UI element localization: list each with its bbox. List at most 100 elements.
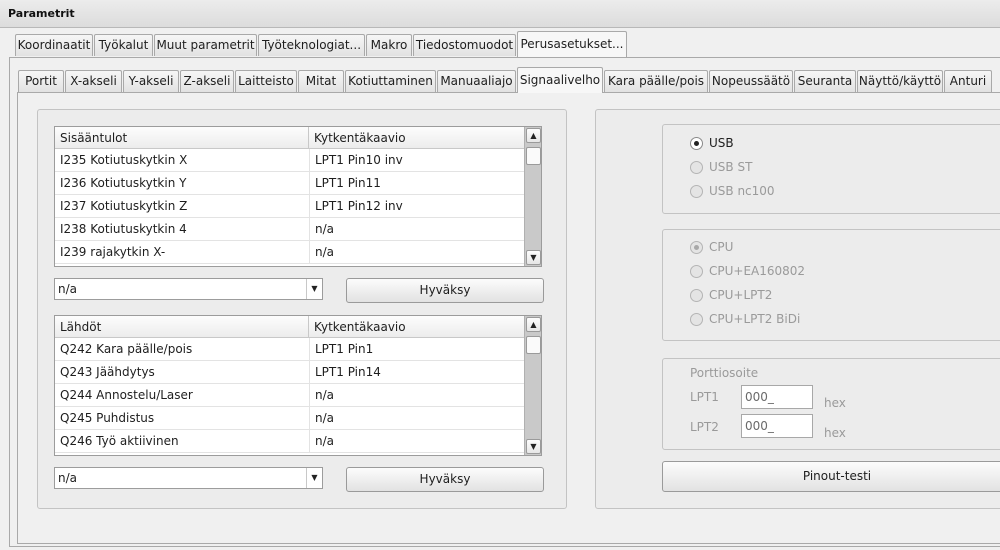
outputs-table-scrollbar[interactable]: ▲ ▼ <box>524 316 541 455</box>
table-row[interactable]: Q244 Annostelu/Laser n/a <box>55 384 525 407</box>
inputs-wiring-select[interactable]: n/a ▼ <box>54 278 323 300</box>
port-address-title: Porttiosoite <box>690 366 759 380</box>
signal-wiring: LPT1 Pin11 <box>309 172 525 195</box>
inputs-table-header: Sisääntulot Kytkentäkaavio <box>55 127 525 149</box>
tab-y-akseli[interactable]: Y-akseli <box>123 70 179 92</box>
lpt1-label: LPT1 <box>690 390 719 404</box>
inputs-table[interactable]: Sisääntulot Kytkentäkaavio I235 Kotiutus… <box>54 126 542 267</box>
scroll-up-icon[interactable]: ▲ <box>526 317 541 332</box>
tab-mitat[interactable]: Mitat <box>298 70 344 92</box>
signal-name: Q242 Kara päälle/pois <box>60 342 193 356</box>
inputs-wiring-select-value: n/a <box>58 282 78 296</box>
outputs-wiring-select-value: n/a <box>58 471 78 485</box>
tab-tyokalut[interactable]: Työkalut <box>94 34 153 56</box>
tab-portit[interactable]: Portit <box>18 70 64 92</box>
radio-cpu-lpt2[interactable]: CPU+LPT2 <box>690 286 772 304</box>
scroll-up-icon[interactable]: ▲ <box>526 128 541 143</box>
inputs-accept-button[interactable]: Hyväksy <box>346 278 544 303</box>
signal-name: Q243 Jäähdytys <box>60 365 155 379</box>
table-row[interactable]: I238 Kotiutuskytkin 4 n/a <box>55 218 525 241</box>
window-title: Parametrit <box>8 7 75 20</box>
radio-cpu-lpt2-label: CPU+LPT2 <box>709 288 773 302</box>
radio-dot-icon <box>690 184 703 198</box>
tab-kotiuttaminen[interactable]: Kotiuttaminen <box>345 70 436 92</box>
radio-usb-st-label: USB ST <box>709 160 753 174</box>
signal-name: I238 Kotiutuskytkin 4 <box>60 222 187 236</box>
tab-nopeussaato[interactable]: Nopeussäätö <box>709 70 793 92</box>
signal-wiring: LPT1 Pin14 <box>309 361 525 384</box>
table-row[interactable]: Q245 Puhdistus n/a <box>55 407 525 430</box>
table-row[interactable]: I235 Kotiutuskytkin X LPT1 Pin10 inv <box>55 149 525 172</box>
radio-dot-icon <box>690 160 703 174</box>
table-row[interactable]: I239 rajakytkin X- n/a <box>55 241 525 264</box>
column-header-wiring[interactable]: Kytkentäkaavio <box>309 316 525 338</box>
chevron-down-icon[interactable]: ▼ <box>306 279 322 299</box>
radio-usb-label: USB <box>709 136 734 150</box>
tab-tyoteknologiat[interactable]: Työteknologiat... <box>258 34 365 56</box>
tab-laitteisto[interactable]: Laitteisto <box>235 70 297 92</box>
radio-usb-nc100-label: USB nc100 <box>709 184 775 198</box>
scroll-thumb[interactable] <box>526 336 541 354</box>
lpt1-address-field[interactable]: 000_ <box>741 385 813 409</box>
signal-wiring: n/a <box>309 241 525 264</box>
tab-manuaaliajo[interactable]: Manuaaliajo <box>437 70 516 92</box>
tab-muut-parametrit[interactable]: Muut parametrit <box>154 34 257 56</box>
radio-dot-icon <box>690 312 703 326</box>
signal-wiring: LPT1 Pin12 inv <box>309 195 525 218</box>
outputs-table-header: Lähdöt Kytkentäkaavio <box>55 316 525 338</box>
radio-cpu-ea160802[interactable]: CPU+EA160802 <box>690 262 805 280</box>
table-row[interactable]: Q246 Työ aktiivinen n/a <box>55 430 525 453</box>
signal-name: I239 rajakytkin X- <box>60 245 166 259</box>
radio-cpu-lpt2-bidi-label: CPU+LPT2 BiDi <box>709 312 801 326</box>
lpt2-label: LPT2 <box>690 420 719 434</box>
outputs-accept-button[interactable]: Hyväksy <box>346 467 544 492</box>
tab-koordinaatit[interactable]: Koordinaatit <box>15 34 93 56</box>
radio-dot-icon <box>690 136 703 150</box>
column-header-wiring[interactable]: Kytkentäkaavio <box>309 127 525 149</box>
column-header-inputs[interactable]: Sisääntulot <box>55 127 309 149</box>
chevron-down-icon[interactable]: ▼ <box>306 468 322 488</box>
tab-kara-paalle-pois[interactable]: Kara päälle/pois <box>604 70 708 92</box>
tab-x-akseli[interactable]: X-akseli <box>65 70 122 92</box>
signal-wiring: n/a <box>309 384 525 407</box>
tab-tiedostomuodot[interactable]: Tiedostomuodot <box>413 34 516 56</box>
table-row[interactable]: I237 Kotiutuskytkin Z LPT1 Pin12 inv <box>55 195 525 218</box>
radio-usb-st[interactable]: USB ST <box>690 158 752 176</box>
signal-name: Q246 Työ aktiivinen <box>60 434 179 448</box>
tab-seuranta[interactable]: Seuranta <box>794 70 856 92</box>
tab-naytto-kaytto[interactable]: Näyttö/käyttö <box>857 70 943 92</box>
signal-name: Q244 Annostelu/Laser <box>60 388 193 402</box>
sub-tab-row: Portit X-akseli Y-akseli Z-akseli Laitte… <box>0 67 1000 94</box>
tab-anturi[interactable]: Anturi <box>944 70 992 92</box>
column-header-outputs[interactable]: Lähdöt <box>55 316 309 338</box>
lpt2-unit-label: hex <box>824 426 846 440</box>
tab-perusasetukset[interactable]: Perusasetukset... <box>517 31 627 57</box>
inputs-table-scrollbar[interactable]: ▲ ▼ <box>524 127 541 266</box>
scroll-down-icon[interactable]: ▼ <box>526 250 541 265</box>
radio-cpu-label: CPU <box>709 240 734 254</box>
signal-wiring: LPT1 Pin10 inv <box>309 149 525 172</box>
lpt2-address-field[interactable]: 000_ <box>741 414 813 438</box>
table-row[interactable]: Q243 Jäähdytys LPT1 Pin14 <box>55 361 525 384</box>
signal-name: I237 Kotiutuskytkin Z <box>60 199 188 213</box>
radio-cpu-lpt2-bidi[interactable]: CPU+LPT2 BiDi <box>690 310 800 328</box>
signal-name: I235 Kotiutuskytkin X <box>60 153 188 167</box>
radio-cpu[interactable]: CPU <box>690 238 733 256</box>
outputs-table[interactable]: Lähdöt Kytkentäkaavio Q242 Kara päälle/p… <box>54 315 542 456</box>
signal-wiring: LPT1 Pin1 <box>309 338 525 361</box>
tab-signaalivelho[interactable]: Signaalivelho <box>517 67 603 93</box>
pinout-test-button[interactable]: Pinout-testi <box>662 461 1000 492</box>
title-bar: Parametrit <box>0 0 1000 28</box>
radio-usb[interactable]: USB <box>690 134 734 152</box>
radio-usb-nc100[interactable]: USB nc100 <box>690 182 775 200</box>
scroll-thumb[interactable] <box>526 147 541 165</box>
tab-perusasetukset-label: Perusasetukset... <box>520 37 624 51</box>
table-row[interactable]: I236 Kotiutuskytkin Y LPT1 Pin11 <box>55 172 525 195</box>
outputs-wiring-select[interactable]: n/a ▼ <box>54 467 323 489</box>
scroll-down-icon[interactable]: ▼ <box>526 439 541 454</box>
tab-z-akseli[interactable]: Z-akseli <box>180 70 234 92</box>
table-row[interactable]: Q242 Kara päälle/pois LPT1 Pin1 <box>55 338 525 361</box>
tab-makro[interactable]: Makro <box>366 34 412 56</box>
radio-dot-icon <box>690 264 703 278</box>
signal-wiring: n/a <box>309 218 525 241</box>
